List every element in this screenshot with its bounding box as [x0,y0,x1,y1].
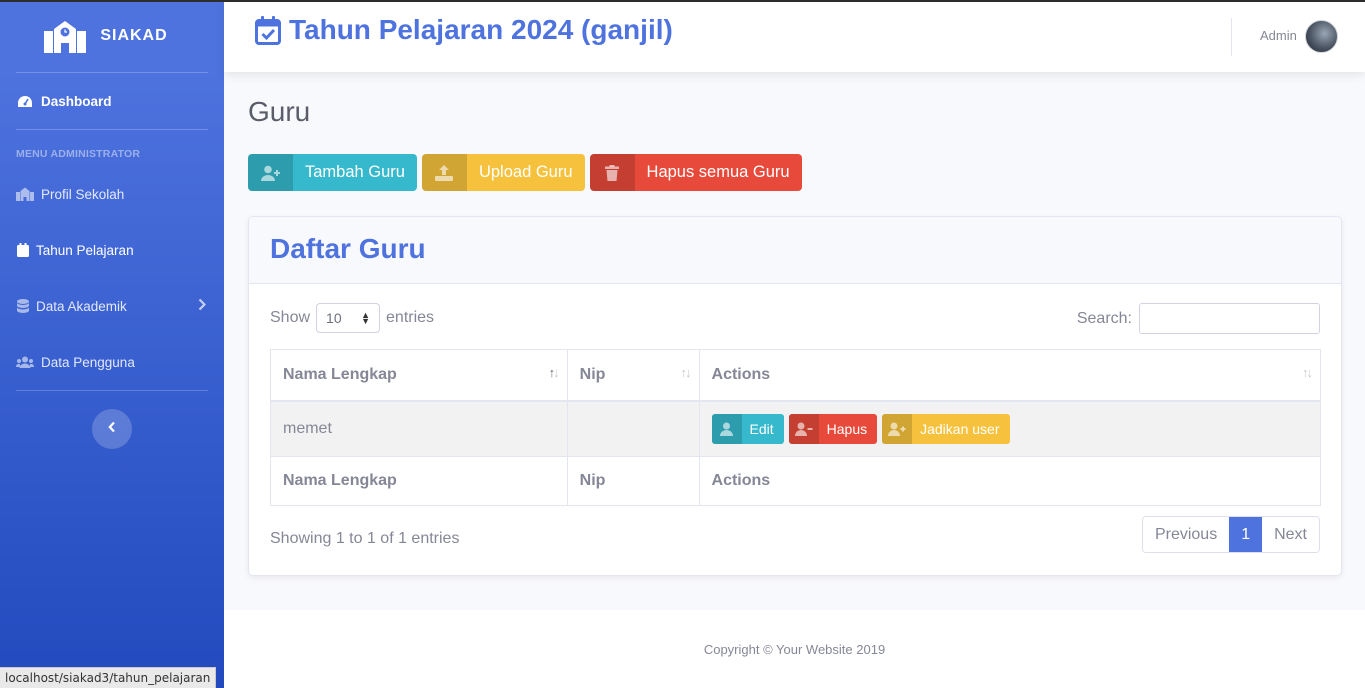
column-label: Nama Lengkap [283,365,397,383]
footer-column-actions: Actions [698,456,1322,506]
column-header-nama[interactable]: Nama Lengkap ↑↓ [270,349,568,402]
action-buttons: Tambah Guru Upload Guru Hapus semua Guru [248,154,802,191]
column-label: Actions [711,365,771,383]
card-header: Daftar Guru [249,217,1341,284]
users-icon [16,355,34,369]
table-info: Showing 1 to 1 of 1 entries [270,530,460,547]
button-label: Hapus [826,420,868,437]
search-label: Search: [1076,309,1132,327]
cell-nip [566,400,700,457]
trash-icon [589,154,635,191]
entries-select[interactable]: 10 ▲ ▼ [316,303,381,333]
edit-button[interactable]: Edit [711,413,784,444]
entries-value: 10 [326,310,342,326]
sidebar-item-data-pengguna[interactable]: Data Pengguna [0,334,224,390]
make-user-button[interactable]: Jadikan user [882,413,1010,444]
sort-icon: ↑↓ [680,365,692,380]
column-header-actions[interactable]: Actions ↑↓ [698,349,1322,402]
sidebar: SIAKAD Dashboard MENU ADMINISTRATOR Prof… [0,0,224,688]
card-title: Daftar Guru [270,233,426,264]
column-label: Nip [579,365,606,383]
user-plus-icon [882,413,913,444]
sort-icon: ↑↓ [548,365,560,380]
column-header-nip[interactable]: Nip ↑↓ [566,349,700,402]
cell-actions: Edit Hapus Jadikan user [698,400,1322,457]
page-title: Tahun Pelajaran 2024 (ganjil) [289,14,673,45]
school-icon [16,187,34,201]
sidebar-item-profil-sekolah[interactable]: Profil Sekolah [0,166,224,222]
pagination: Previous 1 Next [1141,516,1320,553]
page-1-button[interactable]: 1 [1229,517,1263,552]
sidebar-divider [16,390,208,391]
cell-nama: memet [270,400,568,457]
sidebar-item-data-akademik[interactable]: Data Akademik [0,278,224,334]
teacher-table: Nama Lengkap ↑↓ Nip ↑↓ Actions ↑↓ memet [270,349,1322,506]
copyright-text: Copyright © Your Website 2019 [703,641,886,657]
table-row: memet Edit Hapus Jadikan user [270,400,1322,457]
previous-page-button[interactable]: Previous [1142,517,1230,552]
button-label: Jadikan user [920,420,1000,437]
footer: Copyright © Your Website 2019 [224,610,1365,688]
upload-icon [421,154,467,191]
school-icon [44,21,87,53]
chevron-right-icon [198,298,207,314]
browser-status-url: localhost/siakad3/tahun_pelajaran [0,667,217,688]
window-top-border [0,0,1365,2]
sidebar-heading: MENU ADMINISTRATOR [16,148,141,160]
sidebar-toggle-button[interactable] [92,409,132,449]
chevron-left-icon [108,420,116,438]
footer-column-nip: Nip [566,456,700,506]
sort-icon: ↑↓ [1302,365,1313,380]
datatable-controls: Show 10 ▲ ▼ entries Search: [270,303,1320,335]
topbar: Tahun Pelajaran 2024 (ganjil) Admin [224,2,1365,72]
entries-length-control: Show 10 ▲ ▼ entries [270,303,434,333]
database-icon [16,299,29,313]
sidebar-item-tahun-pelajaran[interactable]: Tahun Pelajaran [0,222,224,278]
sidebar-item-label: Profil Sekolah [41,186,125,202]
page-heading: Guru [248,96,311,127]
user-name[interactable]: Admin [1260,28,1297,43]
calendar-check-icon [255,15,281,45]
brand-name: SIAKAD [100,27,168,44]
sidebar-item-dashboard[interactable]: Dashboard [0,73,224,129]
sidebar-item-label: Data Pengguna [41,354,135,370]
sort-arrows-icon: ▲ ▼ [361,310,371,326]
search-input[interactable] [1139,303,1320,334]
button-label: Tambah Guru [305,163,405,181]
delete-button[interactable]: Hapus [788,413,878,444]
user-icon [711,413,742,444]
entries-label: entries [386,309,435,326]
topbar-title: Tahun Pelajaran 2024 (ganjil) [255,14,673,46]
delete-all-teachers-button[interactable]: Hapus semua Guru [589,154,802,191]
add-teacher-button[interactable]: Tambah Guru [248,154,417,191]
sidebar-item-label: Tahun Pelajaran [36,242,134,258]
button-label: Upload Guru [478,163,573,181]
avatar[interactable] [1305,20,1338,53]
calendar-icon [16,243,29,257]
search-control: Search: [1077,303,1320,334]
next-page-button[interactable]: Next [1262,517,1319,552]
button-label: Edit [749,420,774,437]
upload-teacher-button[interactable]: Upload Guru [421,154,585,191]
teacher-list-card: Daftar Guru Show 10 ▲ ▼ entries Search: N… [248,216,1342,576]
sidebar-item-label: Dashboard [41,93,112,109]
sidebar-item-label: Data Akademik [36,298,127,314]
button-label: Hapus semua Guru [646,163,790,181]
footer-column-nama: Nama Lengkap [270,456,568,506]
tachometer-icon [16,94,34,108]
user-minus-icon [788,413,819,444]
user-plus-icon [248,154,293,191]
show-label: Show [270,309,311,326]
sidebar-brand[interactable]: SIAKAD [0,0,224,72]
topbar-divider [1231,18,1232,56]
